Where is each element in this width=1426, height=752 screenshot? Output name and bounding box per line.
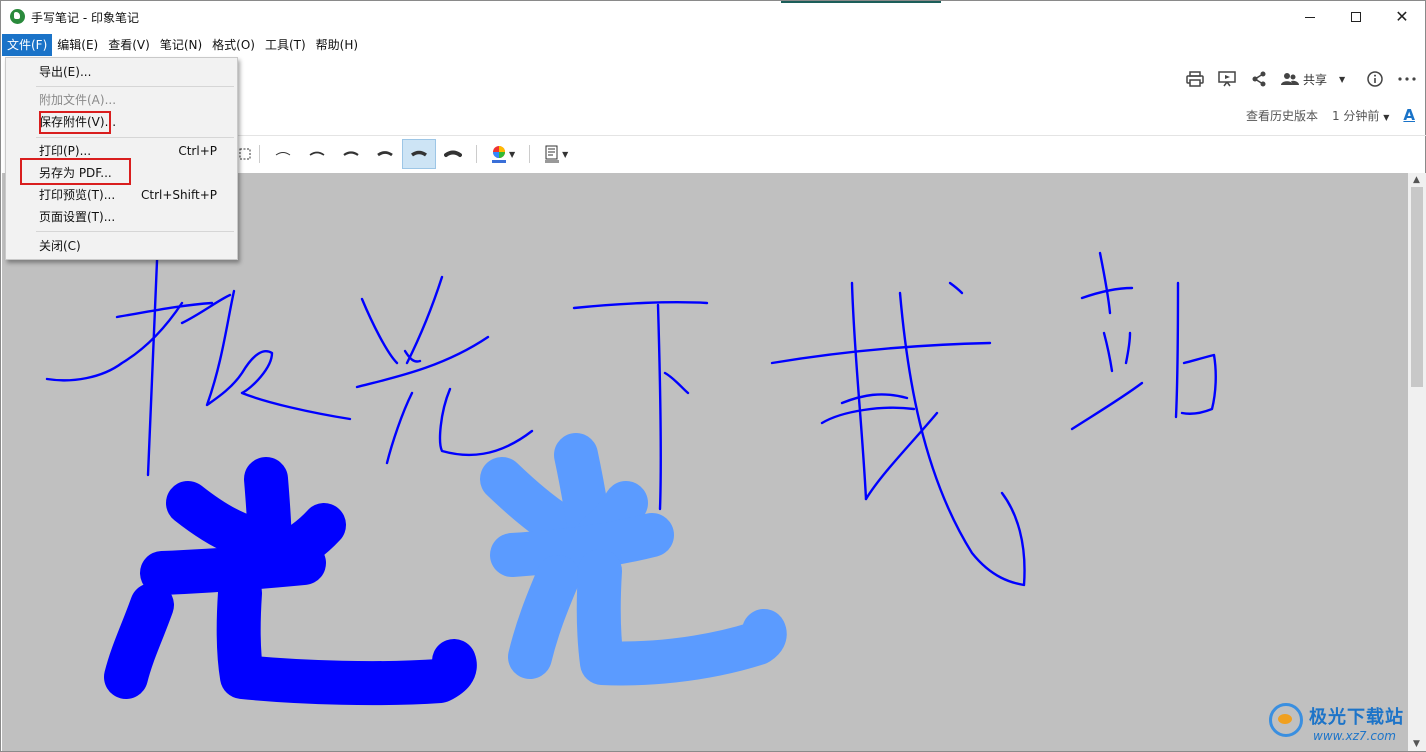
menu-close-label: 关闭(C): [39, 239, 81, 253]
menu-page-setup-label: 页面设置(T)...: [39, 210, 116, 224]
pen-width-4-icon[interactable]: [368, 139, 402, 169]
menu-print-shortcut: Ctrl+P: [178, 144, 217, 158]
share-button[interactable]: 共享 ▼: [1281, 71, 1345, 88]
pen-width-5-icon[interactable]: [402, 139, 436, 169]
menu-format[interactable]: 格式(O): [207, 34, 260, 56]
highlight-save-attachment: [39, 111, 111, 134]
close-window-button[interactable]: ✕: [1379, 1, 1425, 33]
ink-toolbar: ▼ ▼: [237, 139, 576, 169]
menu-export-label: 导出(E)...: [39, 65, 92, 79]
menu-bar: 文件(F) 编辑(E) 查看(V) 笔记(N) 格式(O) 工具(T) 帮助(H…: [2, 34, 363, 56]
watermark-url: www.xz7.com: [1313, 729, 1396, 743]
maximize-icon: [1351, 12, 1361, 22]
menu-page-setup[interactable]: 页面设置(T)...: [6, 206, 237, 228]
menu-separator: [36, 231, 234, 232]
watermark-title: 极光下载站: [1309, 707, 1404, 728]
large-dark-blue-strokes: [104, 457, 477, 706]
watermark: 极光下载站 www.xz7.com: [1263, 697, 1423, 751]
more-options-icon[interactable]: [1397, 69, 1417, 89]
maximize-button[interactable]: [1333, 1, 1379, 33]
minimize-button[interactable]: [1287, 1, 1333, 33]
note-actions: 共享 ▼: [1185, 67, 1417, 91]
close-icon: ✕: [1395, 7, 1409, 26]
menu-tools[interactable]: 工具(T): [260, 34, 311, 56]
print-icon[interactable]: [1185, 69, 1205, 89]
menu-separator: [36, 86, 234, 87]
history-link[interactable]: 查看历史版本: [1246, 107, 1318, 124]
menu-note[interactable]: 笔记(N): [155, 34, 207, 56]
lasso-select-icon[interactable]: [237, 139, 253, 169]
menu-file[interactable]: 文件(F): [2, 34, 53, 56]
menu-edit[interactable]: 编辑(E): [52, 34, 103, 56]
share-label: 共享: [1303, 72, 1328, 87]
highlight-save-as-pdf: [20, 158, 131, 185]
header-divider: [237, 135, 1426, 136]
minimize-icon: [1305, 16, 1315, 18]
info-icon[interactable]: [1365, 69, 1385, 89]
chevron-down-icon: ▼: [562, 149, 569, 159]
history-row: 查看历史版本 1 分钟前 ▼ A: [1246, 105, 1415, 125]
chevron-down-icon: ▼: [1383, 112, 1390, 122]
scroll-up-arrow-icon[interactable]: ▲: [1413, 175, 1420, 185]
title-accent-line: [781, 1, 941, 3]
color-wheel-icon: [492, 146, 506, 163]
scrollbar-thumb[interactable]: [1411, 187, 1423, 387]
chevron-down-icon: ▼: [1339, 74, 1346, 84]
pen-width-2-icon[interactable]: [300, 139, 334, 169]
last-edited-dropdown[interactable]: 1 分钟前 ▼: [1332, 107, 1389, 124]
pen-width-1-icon[interactable]: [266, 139, 300, 169]
watermark-logo-icon: [1269, 703, 1303, 737]
pen-color-picker[interactable]: ▼: [483, 145, 523, 163]
menu-close[interactable]: 关闭(C): [6, 235, 237, 257]
app-window: 手写笔记 - 印象笔记 ✕ 文件(F) 编辑(E) 查看(V) 笔记(N) 格式…: [0, 0, 1426, 752]
share-network-icon[interactable]: [1249, 69, 1269, 89]
paper-style-picker[interactable]: ▼: [536, 145, 576, 163]
vertical-scrollbar[interactable]: ▲ ▼: [1408, 173, 1426, 751]
chevron-down-icon: ▼: [509, 149, 516, 159]
menu-help[interactable]: 帮助(H): [311, 34, 363, 56]
window-title: 手写笔记 - 印象笔记: [31, 11, 139, 25]
menu-view[interactable]: 查看(V): [103, 34, 155, 56]
toolbar-separator: [259, 145, 260, 163]
menu-print-preview[interactable]: 打印预览(T)... Ctrl+Shift+P: [6, 184, 237, 206]
menu-separator: [36, 137, 234, 138]
paper-style-icon: [545, 145, 560, 163]
evernote-elephant-icon: [10, 9, 25, 24]
large-light-blue-strokes: [480, 433, 787, 686]
menu-attach-file: 附加文件(A)...: [6, 89, 237, 111]
font-format-button[interactable]: A: [1403, 106, 1415, 124]
pen-width-6-icon[interactable]: [436, 139, 470, 169]
toolbar-separator: [529, 145, 531, 163]
present-icon[interactable]: [1217, 69, 1237, 89]
title-bar: 手写笔记 - 印象笔记 ✕: [1, 1, 1425, 33]
menu-export[interactable]: 导出(E)...: [6, 61, 237, 83]
menu-attach-label: 附加文件(A)...: [39, 93, 117, 107]
menu-print-preview-shortcut: Ctrl+Shift+P: [141, 188, 217, 202]
pen-width-3-icon[interactable]: [334, 139, 368, 169]
menu-print-preview-label: 打印预览(T)...: [39, 188, 116, 202]
people-icon: [1281, 73, 1299, 85]
last-edited-label: 1 分钟前: [1331, 108, 1380, 123]
toolbar-separator: [476, 145, 477, 163]
